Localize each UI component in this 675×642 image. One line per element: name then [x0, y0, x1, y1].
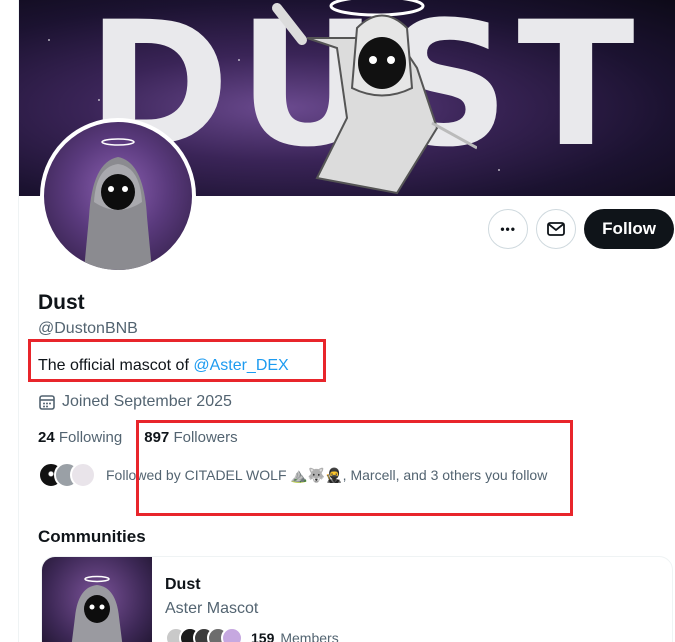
community-members: 159 Members — [165, 627, 339, 642]
message-button[interactable] — [536, 209, 577, 249]
followed-by-row[interactable]: Followed by CITADEL WOLF ⛰️🐺🥷, Marcell, … — [38, 461, 547, 489]
profile-actions: ••• Follow — [488, 209, 674, 249]
community-card[interactable]: Dust Aster Mascot 159 Members — [41, 556, 673, 642]
profile-avatar[interactable] — [40, 118, 196, 274]
followers-count: 897 — [144, 429, 170, 446]
more-icon: ••• — [500, 222, 516, 236]
members-label: Members — [280, 630, 339, 642]
following-link[interactable]: 24 Following — [38, 429, 122, 446]
envelope-icon — [547, 222, 566, 236]
joined-date: Joined September 2025 — [38, 393, 232, 411]
bio-text: The official mascot of — [38, 357, 194, 374]
following-count: 24 — [38, 429, 55, 446]
profile-page: DUST ••• — [18, 0, 675, 642]
joined-text: Joined September 2025 — [62, 393, 232, 410]
profile-name: Dust — [38, 291, 85, 314]
profile-bio: The official mascot of @Aster_DEX — [38, 357, 289, 375]
follow-button[interactable]: Follow — [584, 209, 674, 249]
profile-handle: @DustonBNB — [38, 320, 138, 337]
community-name: Dust — [165, 576, 201, 593]
hooded-mascot-illustration — [272, 0, 477, 195]
community-thumbnail — [42, 557, 152, 642]
more-options-button[interactable]: ••• — [488, 209, 529, 249]
member-avatars — [165, 627, 245, 642]
avatar-mascot-image — [84, 138, 152, 270]
calendar-icon — [39, 395, 55, 410]
followed-by-avatars — [38, 462, 98, 488]
followers-label: Followers — [173, 429, 238, 446]
bio-mention-link[interactable]: @Aster_DEX — [193, 357, 288, 374]
follow-stats: 24 Following 897 Followers — [38, 429, 238, 446]
followers-link[interactable]: 897 Followers — [144, 429, 237, 446]
following-label: Following — [58, 429, 123, 446]
members-count: 159 — [251, 630, 275, 642]
avatar — [221, 627, 243, 642]
community-mascot-image — [71, 575, 123, 642]
communities-heading: Communities — [38, 527, 146, 546]
community-subtitle: Aster Mascot — [165, 600, 259, 617]
avatar — [70, 462, 96, 488]
followed-by-text: Followed by CITADEL WOLF ⛰️🐺🥷, Marcell, … — [106, 466, 548, 483]
